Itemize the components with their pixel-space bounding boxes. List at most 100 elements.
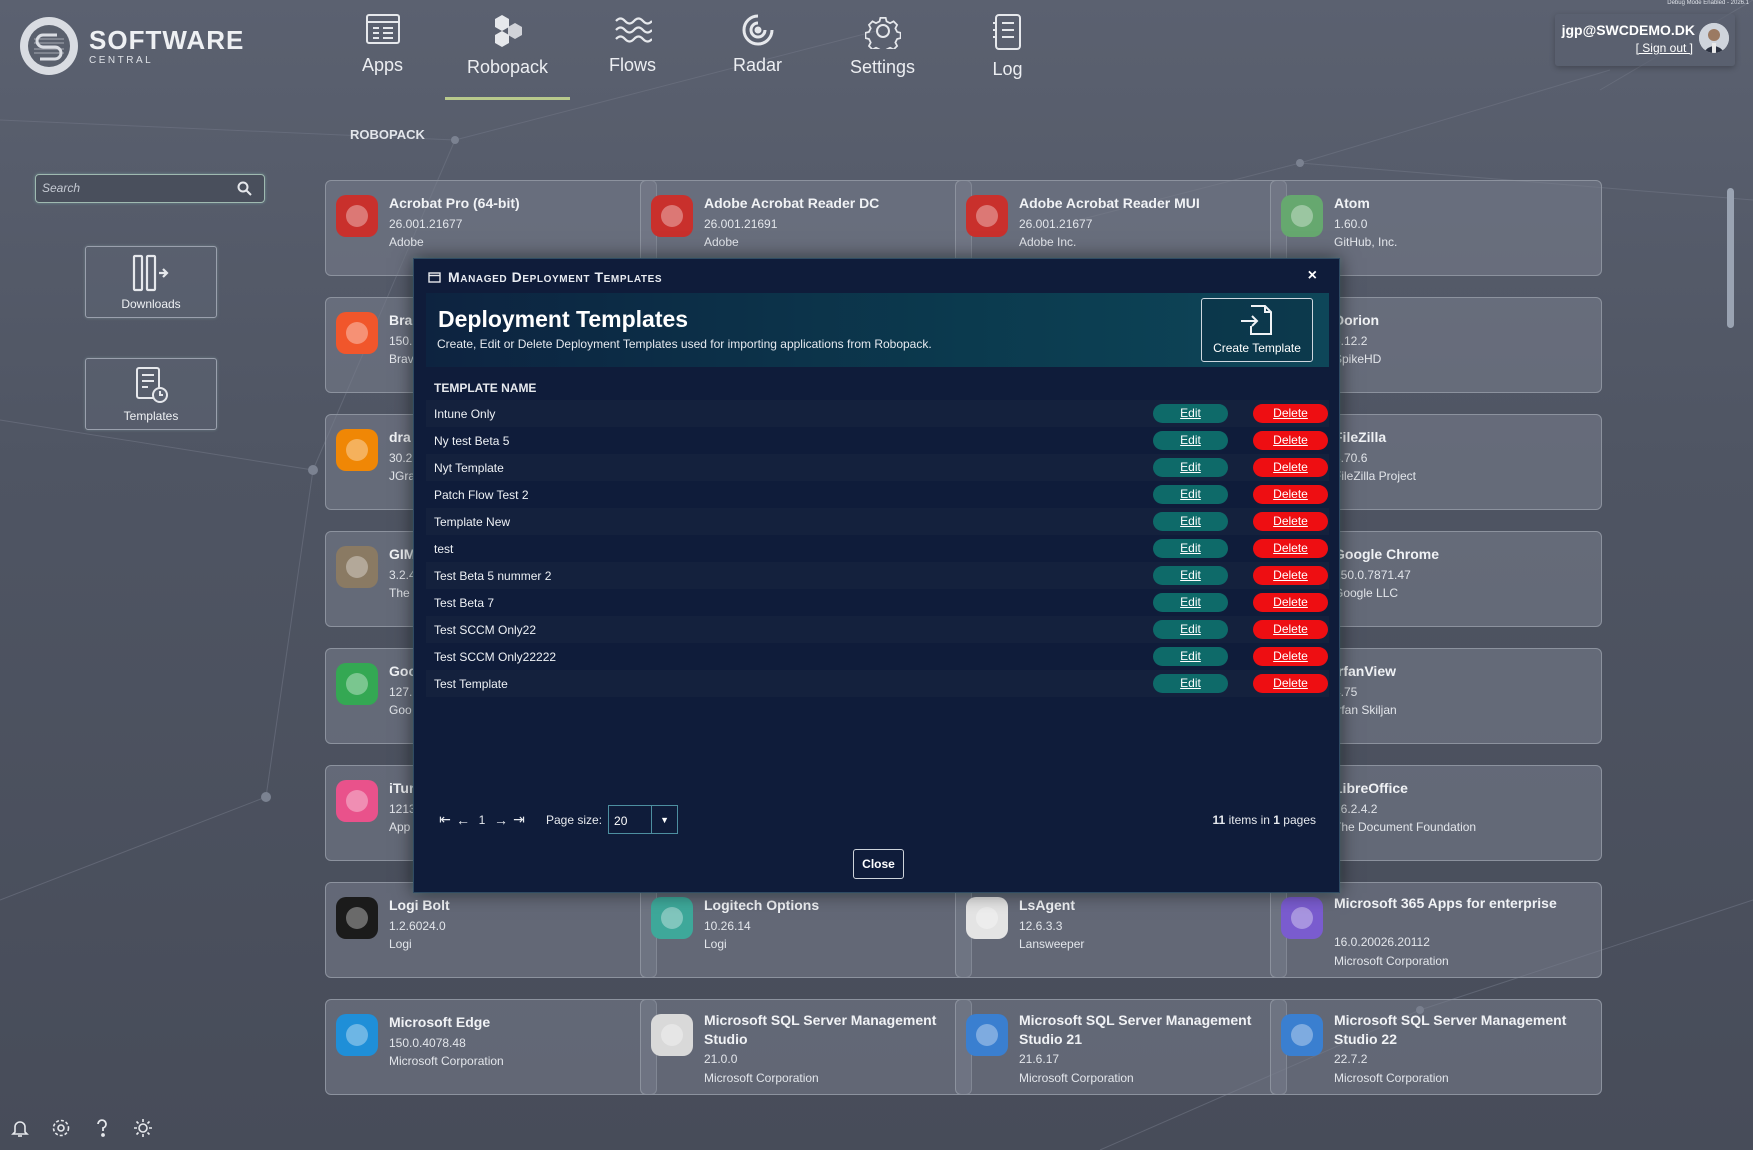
first-page-icon[interactable]: ⇤: [436, 811, 454, 828]
template-name: Nyt Template: [434, 460, 504, 475]
avatar[interactable]: [1699, 23, 1729, 53]
logi-bolt-icon: [332, 893, 382, 943]
delete-button[interactable]: Delete: [1253, 458, 1328, 477]
nav-settings-label: Settings: [849, 57, 916, 77]
app-card-version: 16.0.20026.20112: [1334, 935, 1430, 949]
page-size-select[interactable]: 20 ▼: [608, 805, 679, 834]
settings-gear-icon: [864, 16, 901, 49]
help-icon[interactable]: [92, 1118, 112, 1138]
nav-log[interactable]: Log: [945, 0, 1070, 100]
flows-icon: [614, 17, 652, 43]
nav-apps[interactable]: Apps: [320, 0, 445, 100]
app-card[interactable]: Microsoft SQL Server Management Studio 21…: [640, 999, 972, 1095]
app-card-version: 21.6.17: [1019, 1052, 1060, 1066]
nav-settings[interactable]: Settings: [820, 0, 945, 100]
delete-button[interactable]: Delete: [1253, 404, 1328, 423]
delete-button[interactable]: Delete: [1253, 485, 1328, 504]
edit-button[interactable]: Edit: [1153, 566, 1228, 585]
search-input[interactable]: [42, 181, 232, 195]
edit-button[interactable]: Edit: [1153, 431, 1228, 450]
app-card-version: 10.26.14: [704, 919, 751, 933]
app-card[interactable]: Logitech Options 10.26.14 Logi: [640, 882, 972, 978]
dialog-titlebar: Managed Deployment Templates: [428, 269, 662, 285]
dialog-close-icon[interactable]: ×: [1308, 267, 1317, 285]
app-card-version: 127.: [389, 685, 413, 699]
delete-button[interactable]: Delete: [1253, 539, 1328, 558]
edit-button[interactable]: Edit: [1153, 620, 1228, 639]
edit-button[interactable]: Edit: [1153, 404, 1228, 423]
table-row: Nyt Template Edit Delete: [426, 454, 1329, 481]
app-card-name: Atom: [1334, 195, 1370, 211]
acrobat-icon: [962, 191, 1012, 241]
app-card[interactable]: Microsoft SQL Server Management Studio 2…: [1270, 999, 1602, 1095]
nav-robopack-label: Robopack: [466, 57, 549, 77]
table-row: Test Beta 7 Edit Delete: [426, 589, 1329, 616]
table-row: test Edit Delete: [426, 535, 1329, 562]
templates-button[interactable]: Templates: [85, 358, 217, 430]
last-page-icon[interactable]: ⇥: [510, 811, 528, 828]
edit-button[interactable]: Edit: [1153, 485, 1228, 504]
create-template-button[interactable]: Create Template: [1201, 298, 1313, 362]
edit-button[interactable]: Edit: [1153, 458, 1228, 477]
gimp-icon: [332, 542, 382, 592]
itunes-icon: [332, 776, 382, 826]
current-page[interactable]: 1: [472, 813, 492, 827]
delete-button[interactable]: Delete: [1253, 593, 1328, 612]
app-card[interactable]: Logi Bolt 1.2.6024.0 Logi: [325, 882, 657, 978]
lsagent-icon: [962, 893, 1012, 943]
settings-icon[interactable]: [51, 1118, 71, 1138]
chevron-down-icon[interactable]: ▼: [651, 806, 677, 833]
delete-button[interactable]: Delete: [1253, 431, 1328, 450]
delete-button[interactable]: Delete: [1253, 674, 1328, 693]
app-card-version: 150.0.7871.47: [1334, 568, 1411, 582]
create-template-label: Create Template: [1213, 341, 1301, 355]
delete-button[interactable]: Delete: [1253, 566, 1328, 585]
google-drive-icon: [332, 659, 382, 709]
logo-title: SOFTWARE: [89, 24, 245, 55]
template-name: test: [434, 541, 454, 556]
app-card[interactable]: Microsoft SQL Server Management Studio 2…: [955, 999, 1287, 1095]
delete-button[interactable]: Delete: [1253, 512, 1328, 531]
delete-button[interactable]: Delete: [1253, 620, 1328, 639]
edit-button[interactable]: Edit: [1153, 593, 1228, 612]
table-row: Ny test Beta 5 Edit Delete: [426, 427, 1329, 454]
template-name: Patch Flow Test 2: [434, 487, 529, 502]
close-button[interactable]: Close: [853, 849, 904, 879]
sign-out-link[interactable]: [ Sign out ]: [1636, 41, 1693, 55]
pages-count: 1: [1273, 813, 1280, 827]
app-card[interactable]: Microsoft 365 Apps for enterprise 16.0.20…: [1270, 882, 1602, 978]
window-icon: [428, 271, 441, 283]
app-card-name: Microsoft SQL Server Management Studio 2…: [1019, 1012, 1252, 1047]
scrollbar-thumb[interactable]: [1727, 188, 1734, 328]
bell-icon[interactable]: [10, 1118, 30, 1138]
edit-button[interactable]: Edit: [1153, 539, 1228, 558]
app-card[interactable]: Microsoft Edge 150.0.4078.48 Microsoft Cor…: [325, 999, 657, 1095]
search-icon[interactable]: [237, 181, 252, 201]
drawio-icon: [332, 425, 382, 475]
robopack-icon: [494, 15, 522, 47]
app-logo[interactable]: SOFTWARE CENTRAL: [20, 17, 244, 75]
template-name: Test Template: [434, 676, 508, 691]
edit-button[interactable]: Edit: [1153, 674, 1228, 693]
table-row: Patch Flow Test 2 Edit Delete: [426, 481, 1329, 508]
search-box: [35, 174, 265, 203]
nav-radar[interactable]: Radar: [695, 0, 820, 100]
pager: ⇤ ← 1 → ⇥ Page size: 20 ▼: [436, 805, 679, 834]
app-card-name: Logitech Options: [704, 897, 820, 913]
app-card-publisher: Adobe Inc.: [1019, 235, 1077, 249]
delete-button[interactable]: Delete: [1253, 647, 1328, 666]
next-page-icon[interactable]: →: [492, 812, 510, 828]
previous-page-icon[interactable]: ←: [454, 812, 472, 828]
downloads-button[interactable]: Downloads: [85, 246, 217, 318]
app-card-publisher: Microsoft Corporation: [1334, 1071, 1449, 1085]
nav-flows[interactable]: Flows: [570, 0, 695, 100]
pages-label: pages: [1283, 813, 1316, 827]
edit-button[interactable]: Edit: [1153, 647, 1228, 666]
nav-robopack[interactable]: Robopack: [445, 0, 570, 100]
page-size-value: 20: [614, 814, 628, 828]
theme-toggle-icon[interactable]: [133, 1118, 153, 1138]
app-card-name: IrfanView: [1334, 663, 1396, 679]
app-card-publisher: GitHub, Inc.: [1334, 235, 1398, 249]
app-card[interactable]: LsAgent 12.6.3.3 Lansweeper: [955, 882, 1287, 978]
edit-button[interactable]: Edit: [1153, 512, 1228, 531]
